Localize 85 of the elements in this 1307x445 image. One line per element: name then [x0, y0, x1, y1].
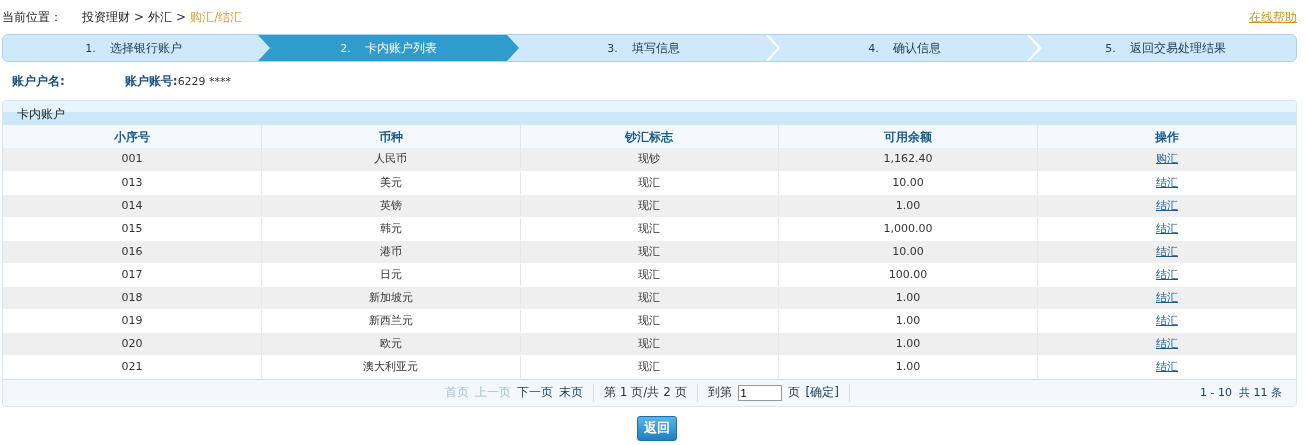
- step-number: 4.: [868, 41, 879, 55]
- action-link[interactable]: 结汇: [1155, 244, 1178, 258]
- chevron-icon: [1027, 35, 1041, 61]
- table-cell: 018: [3, 286, 262, 309]
- table-cell: 英镑: [261, 194, 521, 217]
- table-cell: 现汇: [520, 286, 779, 309]
- action-link[interactable]: 结汇: [1155, 336, 1178, 350]
- breadcrumb-item[interactable]: 投资理财: [82, 8, 130, 26]
- page-info: 第 1 页/共 2 页: [604, 384, 687, 401]
- table-cell: 100.00: [778, 263, 1038, 286]
- breadcrumb-item[interactable]: 外汇: [148, 8, 173, 26]
- table-cell: 1.00: [778, 194, 1038, 217]
- step-label: 卡内账户列表: [364, 39, 437, 57]
- table-cell: 现汇: [520, 217, 779, 240]
- page-input[interactable]: 1: [737, 384, 782, 401]
- confirm-link[interactable]: [确定]: [805, 384, 839, 401]
- table-cell: 美元: [261, 171, 521, 194]
- column-header: 可用余额: [778, 125, 1038, 148]
- table-cell: 人民币: [261, 148, 521, 171]
- table-cell: 1.00: [778, 332, 1038, 355]
- table-cell: 新加坡元: [261, 286, 521, 309]
- table-cell: 016: [3, 240, 262, 263]
- action-link[interactable]: 结汇: [1155, 198, 1178, 212]
- action-link[interactable]: 结汇: [1155, 313, 1178, 327]
- breadcrumb-separator: >: [134, 10, 145, 24]
- table-cell: 现汇: [520, 309, 779, 332]
- record-summary: 1 - 10 共 11 条: [1200, 385, 1282, 400]
- account-number-label: 账户账号:: [124, 72, 178, 90]
- table-cell: 新西兰元: [261, 309, 521, 332]
- step-label: 填写信息: [631, 39, 680, 57]
- table-cell: 欧元: [261, 332, 521, 355]
- table-cell: 014: [3, 194, 262, 217]
- table-cell: 1.00: [778, 286, 1038, 309]
- step-label: 选择银行账户: [109, 39, 182, 57]
- location-label: 当前位置：: [2, 8, 63, 26]
- breadcrumb-separator: >: [176, 10, 187, 24]
- pager-link[interactable]: 末页: [559, 384, 583, 401]
- action-link[interactable]: 结汇: [1155, 290, 1178, 304]
- action-link[interactable]: 结汇: [1155, 267, 1178, 281]
- account-number: 6229 ****: [177, 74, 232, 88]
- table-cell: 现汇: [520, 263, 779, 286]
- action-link[interactable]: 购汇: [1155, 152, 1178, 166]
- action-link[interactable]: 结汇: [1155, 359, 1178, 373]
- action-link[interactable]: 结汇: [1155, 175, 1178, 189]
- table-cell: 现汇: [520, 240, 779, 263]
- step-number: 2.: [340, 41, 351, 55]
- pager-link[interactable]: 下一页: [517, 384, 553, 401]
- table-cell: 001: [3, 148, 262, 171]
- table-cell: 10.00: [778, 171, 1038, 194]
- panel-title: 卡内账户: [3, 101, 1296, 125]
- table-cell: 现汇: [520, 332, 779, 355]
- chevron-icon: [766, 35, 780, 61]
- table-cell: 现汇: [520, 355, 779, 378]
- step-number: 3.: [607, 41, 618, 55]
- table-cell: 现汇: [520, 194, 779, 217]
- table-cell: 澳大利亚元: [261, 355, 521, 378]
- goto-label: 到第: [707, 384, 732, 401]
- page-suffix: 页: [787, 384, 800, 401]
- table-cell: 1.00: [778, 309, 1038, 332]
- breadcrumb-item: 购汇/结汇: [190, 8, 243, 26]
- table-cell: 10.00: [778, 240, 1038, 263]
- step-number: 5.: [1105, 41, 1116, 55]
- action-link[interactable]: 结汇: [1155, 221, 1178, 235]
- column-header: 操作: [1037, 125, 1296, 148]
- table-cell: 020: [3, 332, 262, 355]
- table-cell: 1,000.00: [778, 217, 1038, 240]
- table-cell: 1,162.40: [778, 148, 1038, 171]
- table-cell: 现钞: [520, 148, 779, 171]
- table-cell: 019: [3, 309, 262, 332]
- table-cell: 017: [3, 263, 262, 286]
- column-header: 钞汇标志: [520, 125, 779, 148]
- step-label: 返回交易处理结果: [1129, 39, 1226, 57]
- table-cell: 日元: [261, 263, 521, 286]
- column-header: 币种: [261, 125, 521, 148]
- account-name-label: 账户户名:: [12, 72, 65, 90]
- step-number: 1.: [85, 41, 96, 55]
- table-cell: 港币: [261, 240, 521, 263]
- table-cell: 现汇: [520, 171, 779, 194]
- table-cell: 013: [3, 171, 262, 194]
- column-header: 小序号: [3, 125, 262, 148]
- step-label: 确认信息: [892, 39, 941, 57]
- table-cell: 015: [3, 217, 262, 240]
- table-cell: 韩元: [261, 217, 521, 240]
- table-cell: 1.00: [778, 355, 1038, 378]
- table-cell: 021: [3, 355, 262, 378]
